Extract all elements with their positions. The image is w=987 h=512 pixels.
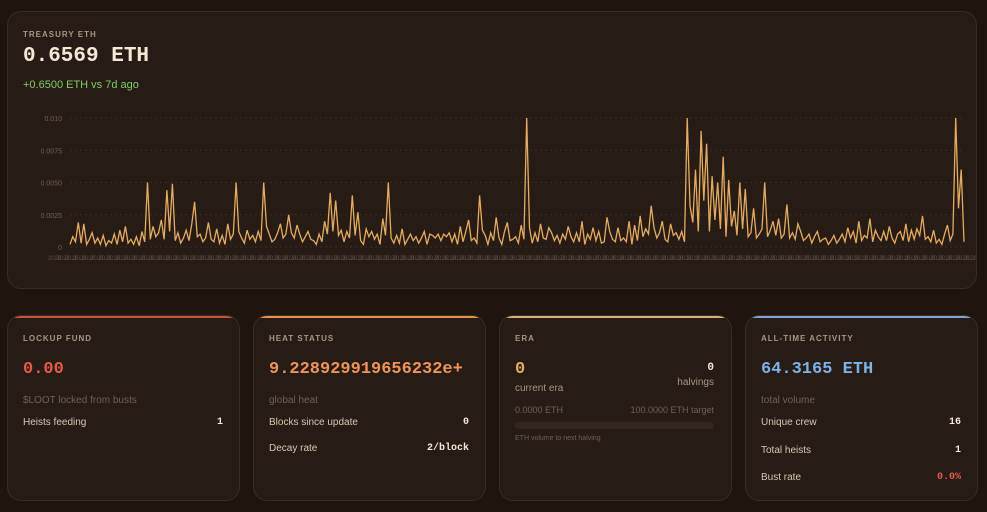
progress-left-label: 0.0000 ETH xyxy=(515,405,564,415)
treasury-panel: TREASURY ETH 0.6569 ETH +0.6500 ETH vs 7… xyxy=(7,11,977,289)
lockup-fund-card: LOCKUP FUND 0.00 $LOOT locked from busts… xyxy=(7,315,240,501)
row-label: Bust rate xyxy=(761,472,802,483)
activity-sub: total volume xyxy=(761,395,815,406)
heat-row-decay: Decay rate 2/block xyxy=(269,443,469,454)
treasury-line-chart: 0.010 0.0075 0.0050 0.0025 0 2026…2026…2026…… xyxy=(41,116,976,262)
row-value: 1 xyxy=(954,445,961,456)
halvings-label: halvings xyxy=(677,377,714,388)
era-label: ERA xyxy=(515,334,535,343)
activity-row-crew: Unique crew 16 xyxy=(761,417,961,428)
lockup-label: LOCKUP FUND xyxy=(23,334,93,343)
row-label: Decay rate xyxy=(269,443,318,454)
row-value: 16 xyxy=(948,417,961,428)
progress-caption: ETH volume to next halving xyxy=(515,435,601,442)
row-label: Heists feeding xyxy=(23,417,87,428)
x-tick-label: 2026… xyxy=(964,256,976,262)
y-tick-label: 0 xyxy=(58,245,62,252)
y-tick-label: 0.0050 xyxy=(41,181,63,188)
activity-card: ALL-TIME ACTIVITY 64.3165 ETH total volu… xyxy=(745,315,978,501)
series-line xyxy=(69,117,965,248)
chart-y-ticks: 0.010 0.0075 0.0050 0.0025 0 xyxy=(41,116,63,252)
row-value: 0 xyxy=(462,417,469,428)
activity-row-heists: Total heists 1 xyxy=(761,445,961,456)
heat-accent-bar xyxy=(254,316,485,318)
chart-grid xyxy=(70,117,964,248)
era-card: ERA 0 0 current era halvings 0.0000 ETH … xyxy=(499,315,732,501)
era-caption: current era xyxy=(515,383,564,394)
lockup-accent-bar xyxy=(8,316,239,318)
halving-progress-bar xyxy=(515,422,714,429)
activity-row-bust: Bust rate 0.0% xyxy=(761,472,961,483)
heat-label: HEAT STATUS xyxy=(269,334,335,343)
row-value: 0.0% xyxy=(936,472,961,483)
lockup-row-heists: Heists feeding 1 xyxy=(23,417,223,428)
lockup-sub: $LOOT locked from busts xyxy=(23,395,137,406)
progress-right-label: 100.0000 ETH target xyxy=(630,405,714,415)
y-tick-label: 0.010 xyxy=(44,116,62,123)
row-value: 1 xyxy=(216,417,223,428)
heat-status-card: HEAT STATUS 9.228929919656232e+ global h… xyxy=(253,315,486,501)
activity-label: ALL-TIME ACTIVITY xyxy=(761,334,854,343)
era-value: 0 xyxy=(515,360,526,379)
halvings-value: 0 xyxy=(707,362,714,374)
heat-value: 9.228929919656232e+ xyxy=(269,360,463,379)
lockup-value: 0.00 xyxy=(23,360,64,379)
heat-row-blocks: Blocks since update 0 xyxy=(269,417,469,428)
activity-accent-bar xyxy=(746,316,977,318)
row-value: 2/block xyxy=(426,443,469,454)
row-label: Unique crew xyxy=(761,417,817,428)
activity-value: 64.3165 ETH xyxy=(761,360,874,379)
era-accent-bar xyxy=(500,316,731,318)
chart-x-ticks: 2026…2026…2026…2026…2026…2026…2026…2026…… xyxy=(48,256,976,262)
row-label: Blocks since update xyxy=(269,417,358,428)
row-label: Total heists xyxy=(761,445,812,456)
y-tick-label: 0.0075 xyxy=(41,148,63,155)
heat-sub: global heat xyxy=(269,395,318,406)
y-tick-label: 0.0025 xyxy=(41,213,63,220)
